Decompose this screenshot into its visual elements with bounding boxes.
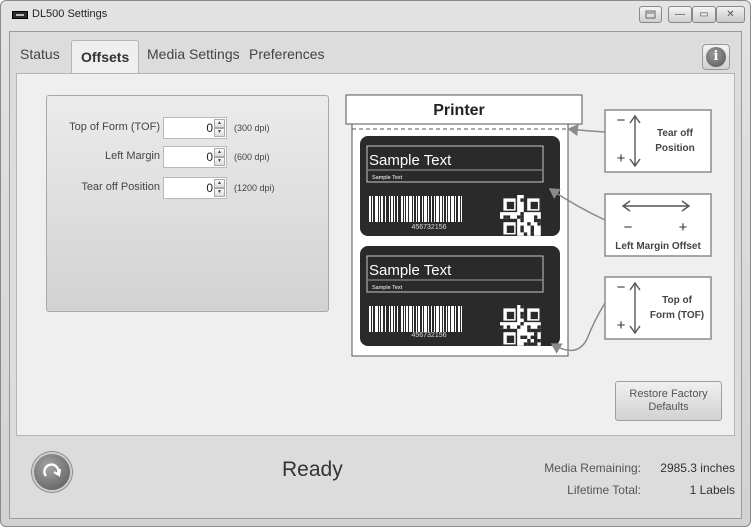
offsets-panel: Top of Form (TOF) 0 ▲ ▼ (300 dpi) Left M… [16, 73, 735, 436]
tear-off-plus: + [617, 150, 626, 167]
refresh-icon [43, 463, 62, 477]
close-button[interactable]: ✕ [716, 6, 745, 23]
refresh-button[interactable] [32, 452, 72, 492]
printer-app-icon [12, 11, 28, 19]
printer-status: Ready [282, 458, 343, 481]
tof-callout-line1: Top of [662, 295, 692, 306]
sample-label-2: Sample Text Sample Text 456732156 [360, 246, 560, 346]
tof-minus: − [617, 279, 626, 296]
left-margin-callout-label: Left Margin Offset [615, 241, 701, 252]
tab-status[interactable]: Status [20, 46, 60, 62]
tof-callout-line2: Form (TOF) [650, 310, 704, 321]
left-margin-minus: − [624, 219, 633, 236]
tab-strip: Status Offsets Media Settings Preference… [10, 32, 741, 74]
tear-off-minus: − [617, 112, 626, 129]
minimize-button[interactable]: — [668, 6, 692, 23]
sample-label-1: Sample Text Sample Text 456732156 [360, 136, 560, 236]
media-remaining-value: 2985.3 inches [660, 461, 735, 475]
lifetime-total-label: Lifetime Total: [567, 483, 641, 497]
client-area: Status Offsets Media Settings Preference… [9, 31, 742, 519]
tab-offsets[interactable]: Offsets [71, 40, 140, 74]
restore-factory-defaults-button[interactable]: Restore Factory Defaults [615, 381, 722, 421]
offset-illustration: Printer Sample Text Sample Text 45673215… [345, 94, 712, 357]
screen-icon [645, 10, 656, 19]
tear-off-callout: − + Tear off Position [567, 109, 712, 173]
tof-plus: + [617, 317, 626, 334]
restore-button-line1: Restore Factory [629, 388, 708, 400]
printer-label: Printer [433, 102, 485, 119]
label-1-qr-code [500, 195, 541, 236]
help-window-button[interactable] [639, 6, 662, 23]
label-2-subtitle: Sample Text [372, 285, 403, 291]
label-2-barcode-number: 456732156 [411, 332, 446, 339]
tab-preferences[interactable]: Preferences [249, 46, 324, 62]
info-button[interactable]: i [702, 44, 730, 70]
tear-off-callout-line1: Tear off [657, 128, 694, 139]
left-margin-plus: + [679, 219, 688, 236]
window-title: DL500 Settings [32, 8, 108, 20]
printer-header: Printer [345, 94, 583, 125]
label-1-barcode-number: 456732156 [411, 224, 446, 231]
label-1-subtitle: Sample Text [372, 175, 403, 181]
lifetime-total-value: 1 Labels [689, 483, 735, 497]
status-bar: Ready Media Remaining: 2985.3 inches Lif… [10, 436, 741, 518]
left-margin-callout: − + Left Margin Offset [548, 188, 712, 257]
label-2-title: Sample Text [369, 262, 452, 279]
tab-media-settings[interactable]: Media Settings [147, 46, 240, 62]
maximize-button[interactable]: ▭ [692, 6, 716, 23]
app-window: DL500 Settings — ▭ ✕ Status Offsets Medi… [0, 0, 751, 527]
title-bar[interactable]: DL500 Settings — ▭ ✕ [1, 1, 750, 29]
media-remaining-label: Media Remaining: [544, 461, 641, 475]
tof-callout: − + Top of Form (TOF) [550, 276, 712, 354]
label-1-title: Sample Text [369, 152, 452, 169]
info-icon: i [706, 47, 726, 67]
label-2-qr-code [500, 305, 541, 346]
restore-button-line2: Defaults [648, 401, 689, 413]
tear-off-callout-line2: Position [655, 143, 694, 154]
